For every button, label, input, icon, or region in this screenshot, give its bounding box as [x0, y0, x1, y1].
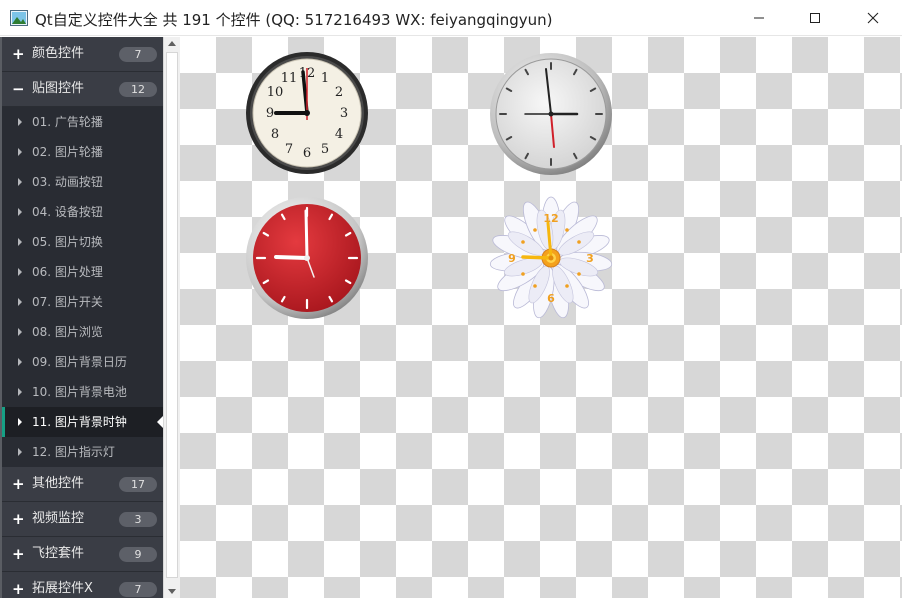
group-label: 拓展控件X: [32, 581, 93, 596]
group-extension-controls[interactable]: + 拓展控件X 7: [2, 572, 163, 598]
group-count-badge: 7: [119, 582, 157, 597]
sidebar-item-01[interactable]: 01. 广告轮播: [2, 107, 163, 137]
clock-number: 3: [340, 106, 348, 121]
sidebar-item-label: 04. 设备按钮: [32, 205, 103, 219]
group-count-badge: 12: [119, 82, 157, 97]
clock-black: 12 1 2 3 4 5 6 7 8 9 10 11: [244, 50, 370, 176]
group-flight-control[interactable]: + 飞控套件 9: [2, 537, 163, 572]
sidebar-scrollbar[interactable]: [163, 37, 180, 598]
sidebar-item-08[interactable]: 08. 图片浏览: [2, 317, 163, 347]
clock-number: 11: [281, 71, 298, 86]
sidebar-item-11-active[interactable]: 11. 图片背景时钟: [2, 407, 163, 437]
clock-black-face: 12 1 2 3 4 5 6 7 8 9 10 11: [246, 52, 368, 174]
clock-number: 6: [303, 146, 311, 161]
scroll-down-icon[interactable]: [168, 589, 176, 594]
group-count-badge: 3: [119, 512, 157, 527]
sidebar-item-label: 10. 图片背景电池: [32, 385, 127, 399]
group-color-controls[interactable]: + 颜色控件 7: [2, 37, 163, 72]
group-video-monitor[interactable]: + 视频监控 3: [2, 502, 163, 537]
group-other-controls[interactable]: + 其他控件 17: [2, 467, 163, 502]
group-count-badge: 7: [119, 47, 157, 62]
plus-icon: +: [12, 475, 25, 493]
minimize-button[interactable]: [730, 0, 788, 36]
maximize-icon: [810, 13, 820, 23]
window-title: Qt自定义控件大全 共 191 个控件 (QQ: 517216493 WX: f…: [35, 11, 553, 29]
clock-number: 9: [266, 106, 274, 121]
sidebar-nav: + 颜色控件 7 − 贴图控件 12 01. 广告轮播 02. 图片轮播 03.…: [0, 37, 163, 598]
clock-number: 4: [335, 127, 343, 142]
clock-silver-face: [490, 53, 612, 175]
clock-red-face: [246, 197, 368, 319]
group-count-badge: 17: [119, 477, 157, 492]
sidebar-item-10[interactable]: 10. 图片背景电池: [2, 377, 163, 407]
scrollbar-thumb[interactable]: [166, 52, 178, 578]
sidebar-item-label: 11. 图片背景时钟: [32, 415, 127, 429]
sidebar-item-label: 12. 图片指示灯: [32, 445, 115, 459]
sidebar-item-label: 07. 图片开关: [32, 295, 103, 309]
clock-red: [244, 195, 370, 321]
arrow-right-icon: [18, 328, 22, 336]
clock-number: 9: [508, 252, 516, 265]
clock-number: 5: [321, 142, 329, 157]
sidebar-item-06[interactable]: 06. 图片处理: [2, 257, 163, 287]
sidebar-item-label: 01. 广告轮播: [32, 115, 103, 129]
sidebar-item-05[interactable]: 05. 图片切换: [2, 227, 163, 257]
arrow-right-icon: [18, 358, 22, 366]
clock-number: 10: [267, 85, 284, 100]
preview-canvas: 12 1 2 3 4 5 6 7 8 9 10 11 12 3 6 9: [180, 37, 902, 598]
arrow-right-icon: [18, 268, 22, 276]
sidebar-item-12[interactable]: 12. 图片指示灯: [2, 437, 163, 467]
clock-daisy: 12 3 6 9: [488, 195, 614, 321]
arrow-right-icon: [18, 388, 22, 396]
clock-number: 2: [335, 85, 343, 100]
minus-icon: −: [12, 80, 25, 98]
plus-icon: +: [12, 510, 25, 528]
plus-icon: +: [12, 45, 25, 63]
sidebar-item-04[interactable]: 04. 设备按钮: [2, 197, 163, 227]
clock-daisy-face: 12 3 6 9: [489, 196, 613, 319]
group-label: 颜色控件: [32, 46, 85, 61]
clock-number: 12: [543, 212, 558, 225]
clock-number: 1: [321, 71, 329, 86]
arrow-right-icon: [18, 178, 22, 186]
title-bar: Qt自定义控件大全 共 191 个控件 (QQ: 517216493 WX: f…: [0, 0, 902, 36]
arrow-right-icon: [18, 418, 22, 426]
group-label: 飞控套件: [32, 546, 85, 561]
clock-number: 6: [547, 292, 555, 305]
clock-number: 3: [586, 252, 594, 265]
minimize-icon: [754, 17, 764, 19]
arrow-right-icon: [18, 448, 22, 456]
sidebar-item-label: 03. 动画按钮: [32, 175, 103, 189]
sidebar-item-label: 05. 图片切换: [32, 235, 103, 249]
maximize-button[interactable]: [786, 0, 844, 36]
sidebar-item-07[interactable]: 07. 图片开关: [2, 287, 163, 317]
plus-icon: +: [12, 580, 25, 598]
arrow-right-icon: [18, 238, 22, 246]
arrow-right-icon: [18, 208, 22, 216]
group-image-controls[interactable]: − 贴图控件 12: [2, 72, 163, 107]
group-label: 其他控件: [32, 476, 85, 491]
active-indicator: [2, 407, 5, 437]
clock-number: 8: [271, 127, 279, 142]
scroll-up-icon[interactable]: [168, 41, 176, 46]
clock-number: 7: [285, 142, 293, 157]
sidebar-item-label: 06. 图片处理: [32, 265, 103, 279]
group-label: 贴图控件: [32, 81, 85, 96]
group-label: 视频监控: [32, 511, 85, 526]
clock-silver: [488, 51, 614, 177]
group-count-badge: 9: [119, 547, 157, 562]
plus-icon: +: [12, 545, 25, 563]
sidebar-item-label: 02. 图片轮播: [32, 145, 103, 159]
close-icon: [867, 12, 879, 24]
sidebar-item-02[interactable]: 02. 图片轮播: [2, 137, 163, 167]
arrow-right-icon: [18, 118, 22, 126]
sidebar-item-label: 09. 图片背景日历: [32, 355, 127, 369]
sidebar-item-09[interactable]: 09. 图片背景日历: [2, 347, 163, 377]
close-button[interactable]: [844, 0, 902, 36]
arrow-right-icon: [18, 148, 22, 156]
arrow-right-icon: [18, 298, 22, 306]
sidebar-item-label: 08. 图片浏览: [32, 325, 103, 339]
sidebar-item-03[interactable]: 03. 动画按钮: [2, 167, 163, 197]
app-icon: [10, 10, 28, 26]
